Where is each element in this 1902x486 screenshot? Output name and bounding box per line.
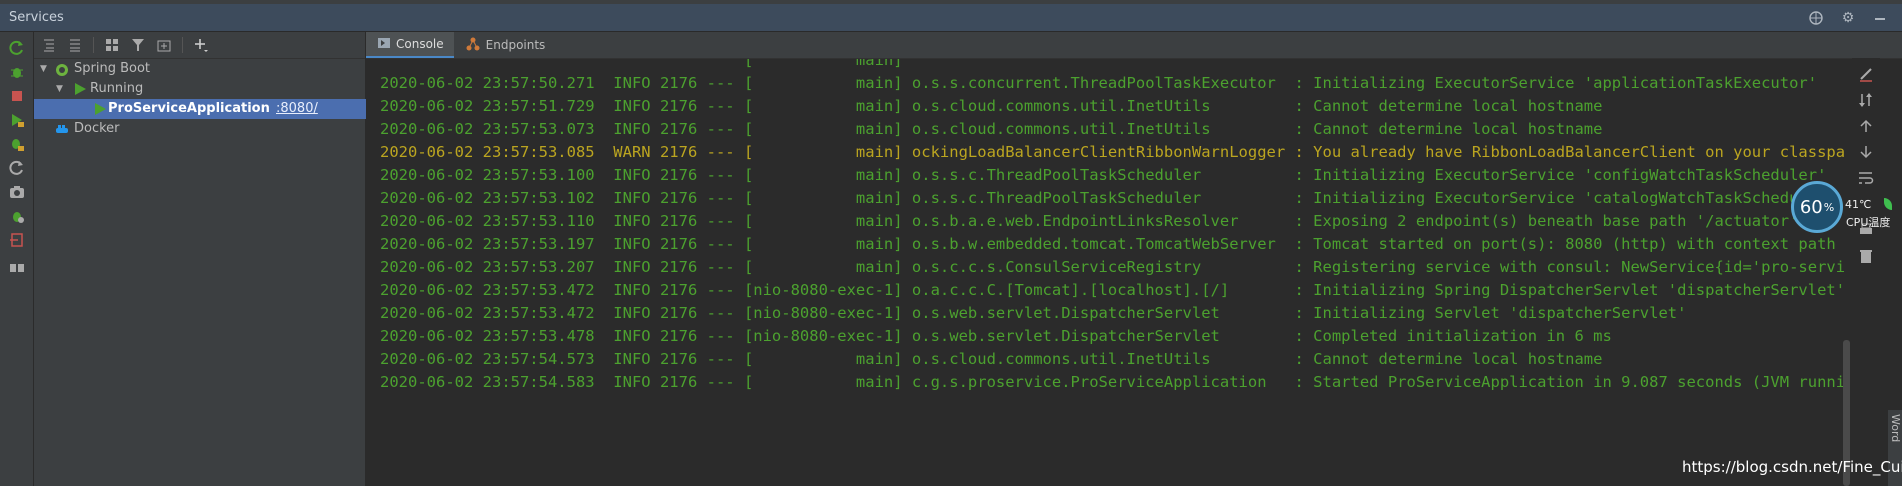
exit-icon[interactable]: [9, 232, 25, 248]
expand-arrow-icon[interactable]: ▼: [56, 79, 63, 99]
debug-deploy-icon[interactable]: [9, 136, 25, 152]
log-line: 2020-06-02 23:57:54.573 INFO 2176 --- [ …: [380, 350, 1603, 368]
up-arrow-icon[interactable]: [1857, 118, 1875, 136]
log-line: 2020-06-02 23:57:50.271 INFO 2176 --- [ …: [380, 74, 1818, 92]
camera-icon[interactable]: [9, 184, 25, 200]
stop-icon[interactable]: [9, 88, 25, 104]
log-line: 2020-06-02 23:57:53.102 INFO 2176 --- [ …: [380, 189, 1836, 207]
globe-icon[interactable]: [1808, 10, 1824, 26]
tree-item-running[interactable]: ▼ Running: [34, 79, 366, 99]
tree-item-spring-boot[interactable]: ▼ Spring Boot: [34, 59, 366, 79]
expand-arrow-icon[interactable]: ▼: [40, 59, 47, 79]
tree-item-proserviceapplication[interactable]: ProServiceApplication :8080/: [34, 99, 366, 119]
log-line: 2020-06-02 23:57:51.729 INFO 2176 --- [ …: [380, 97, 1603, 115]
run-app-icon: [92, 101, 108, 117]
log-line: 2020-06-02 23:57:53.478 INFO 2176 --- [n…: [380, 327, 1612, 345]
log-line: 2020-06-02 23:57:53.073 INFO 2176 --- [ …: [380, 120, 1603, 138]
console-right-toolbar: [1852, 58, 1880, 486]
running-icon: [72, 81, 88, 97]
rerun-icon[interactable]: [9, 40, 25, 56]
log-line: 2020-06-02 23:57:53.472 INFO 2176 --- [n…: [380, 304, 1687, 322]
app-port-link[interactable]: :8080/: [276, 99, 318, 119]
layout-icon[interactable]: [9, 260, 25, 276]
deploy-icon[interactable]: [9, 112, 25, 128]
tab-endpoints[interactable]: Endpoints: [454, 32, 556, 58]
services-left-toolbar: [0, 32, 34, 486]
down-arrow-icon[interactable]: [1857, 144, 1875, 162]
soft-wrap-icon[interactable]: [1857, 170, 1875, 188]
panel-title: Services: [9, 10, 64, 25]
log-line: 2020-06-02 23:57:54.583 INFO 2176 --- [ …: [380, 373, 1846, 391]
bug-settings-icon[interactable]: [9, 208, 25, 224]
add-service-icon[interactable]: [190, 35, 212, 55]
gear-icon[interactable]: ⚙: [1840, 10, 1856, 26]
log-line: 2020-06-02 23:57:53.472 INFO 2176 --- [n…: [380, 281, 1846, 299]
log-line: 2020-06-02 23:57:53.207 INFO 2176 --- [ …: [380, 258, 1846, 276]
new-tab-icon[interactable]: [153, 35, 175, 55]
console-icon: [378, 37, 390, 52]
docker-icon: [54, 121, 70, 137]
console-tabs: Console Endpoints: [366, 32, 1902, 59]
cpu-percent-unit: %: [1823, 200, 1835, 214]
watermark-text: https://blog.csdn.net/Fine_Cui: [1682, 458, 1902, 476]
spring-boot-icon: [54, 61, 70, 77]
tree-toolbar: [34, 32, 365, 59]
expand-all-icon[interactable]: [38, 35, 60, 55]
toolbar-separator: [182, 37, 183, 53]
log-line: 2020-06-02 23:57:53.110 INFO 2176 --- [ …: [380, 212, 1799, 230]
title-bar-icons: ⚙: [1808, 10, 1902, 26]
log-line: 2020-06-02 23:57:53.100 INFO 2176 --- [ …: [380, 166, 1827, 184]
services-tree-panel: ▼ Spring Boot ▼ Running ProServiceApplic…: [34, 32, 366, 486]
refresh-icon[interactable]: [9, 160, 25, 176]
group-icon[interactable]: [101, 35, 123, 55]
tree-item-docker[interactable]: Docker: [34, 119, 366, 139]
cpu-usage-widget[interactable]: 60%: [1791, 181, 1843, 233]
tab-console[interactable]: Console: [366, 32, 454, 58]
console-panel: Console Endpoints [ main] 2020-06-02 23:…: [366, 32, 1902, 486]
collapse-all-icon[interactable]: [64, 35, 86, 55]
clear-pencil-icon[interactable]: [1857, 66, 1875, 84]
trash-icon[interactable]: [1857, 248, 1875, 266]
log-line: 2020-06-02 23:57:53.197 INFO 2176 --- [ …: [380, 235, 1846, 253]
log-line-warn: 2020-06-02 23:57:53.085 WARN 2176 --- [ …: [380, 143, 1846, 161]
console-log-output[interactable]: [ main] 2020-06-02 23:57:50.271 INFO 217…: [366, 59, 1846, 486]
cpu-temperature-label: CPU温度: [1846, 216, 1891, 229]
cpu-percent: 60: [1799, 196, 1823, 218]
cpu-temperature: 41℃: [1845, 198, 1872, 211]
sort-icon[interactable]: [1857, 92, 1875, 110]
minimize-icon[interactable]: [1872, 10, 1888, 26]
filter-icon[interactable]: [127, 35, 149, 55]
services-title-bar: Services ⚙: [0, 4, 1902, 32]
debug-icon[interactable]: [9, 64, 25, 80]
app-name: ProServiceApplication: [108, 101, 270, 116]
endpoints-icon: [466, 37, 480, 54]
toolbar-separator: [93, 37, 94, 53]
